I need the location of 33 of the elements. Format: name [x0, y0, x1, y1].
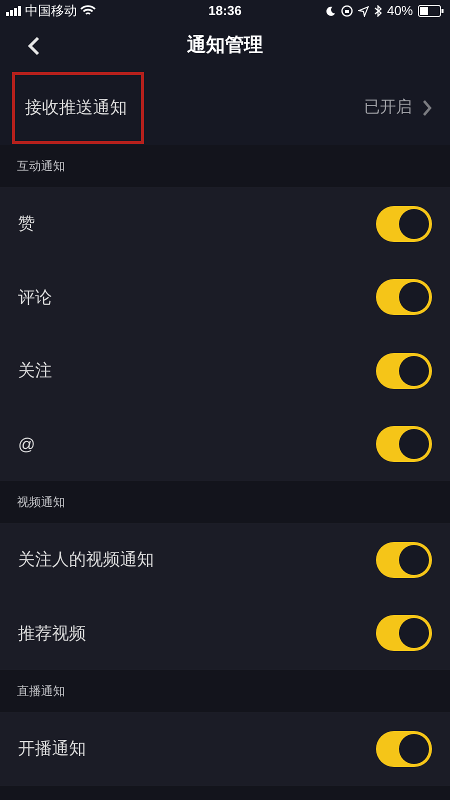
row-label: 关注 — [18, 360, 52, 382]
toggle-switch[interactable] — [376, 279, 432, 316]
back-icon[interactable] — [27, 36, 41, 56]
toggle-switch[interactable] — [376, 542, 432, 578]
location-icon — [358, 6, 369, 16]
toggle-switch[interactable] — [376, 426, 432, 462]
carrier-name: 中国移动 — [25, 2, 77, 20]
toggle-switch[interactable] — [376, 730, 432, 767]
lock-rotation-icon — [340, 5, 353, 17]
battery-icon — [418, 5, 444, 17]
row-label: 关注人的视频通知 — [18, 549, 154, 571]
push-notification-row[interactable]: 接收推送通知 已开启 — [0, 70, 450, 145]
row-label: 评论 — [18, 286, 52, 308]
bluetooth-icon — [374, 5, 382, 17]
section-header: 视频通知 — [17, 494, 65, 511]
row-label: 开播通知 — [18, 738, 86, 760]
status-time: 18:36 — [208, 2, 242, 20]
signal-icon — [6, 6, 22, 16]
status-value: 已开启 — [364, 98, 412, 118]
wifi-icon — [80, 5, 96, 17]
section-header: 直播通知 — [17, 683, 65, 700]
page-title: 通知管理 — [187, 34, 263, 58]
row-label: 接收推送通知 — [25, 96, 127, 119]
moon-icon — [324, 6, 336, 16]
toggle-switch[interactable] — [376, 615, 432, 652]
section-header: 互动通知 — [17, 158, 65, 175]
battery-percent: 40% — [386, 2, 413, 20]
toggle-switch[interactable] — [376, 352, 432, 389]
chevron-right-icon — [422, 98, 432, 116]
row-label: 赞 — [18, 213, 35, 235]
toggle-switch[interactable] — [376, 206, 432, 242]
row-label: @ — [18, 434, 36, 456]
row-label: 推荐视频 — [18, 622, 86, 644]
